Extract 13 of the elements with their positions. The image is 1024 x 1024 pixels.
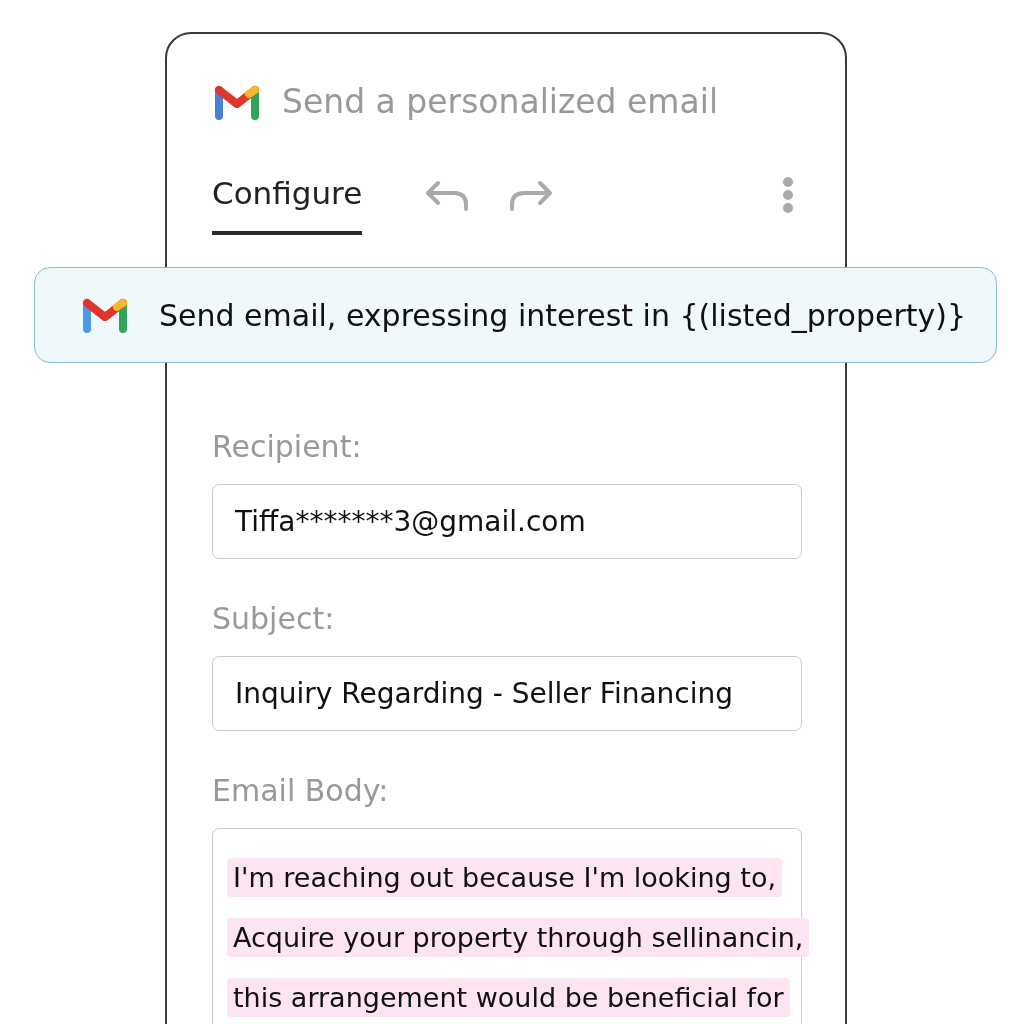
highlighted-text: this arrangement would be beneficial for — [227, 977, 790, 1017]
input-field[interactable]: Inquiry Regarding - Seller Financing — [212, 656, 802, 731]
panel-title: Send a personalized email — [282, 81, 719, 123]
more-options-icon[interactable] — [782, 176, 794, 214]
input-field[interactable]: Tiffa*******3@gmail.com — [212, 484, 802, 559]
highlighted-text: Acquire your property through sellinancin, — [227, 917, 810, 957]
step-banner[interactable]: Send email, expressing interest in {(listed_property)} — [34, 267, 997, 363]
field-label: Email Body: — [212, 772, 389, 810]
configure-tab[interactable]: Configure — [212, 169, 363, 235]
step-text: Send email, expressing interest in {(listed_property)} — [159, 297, 967, 333]
highlighted-text: I'm reaching out because I'm looking to, — [227, 857, 782, 897]
field-label: Recipient: — [212, 428, 362, 466]
field-label: Subject: — [212, 600, 335, 638]
